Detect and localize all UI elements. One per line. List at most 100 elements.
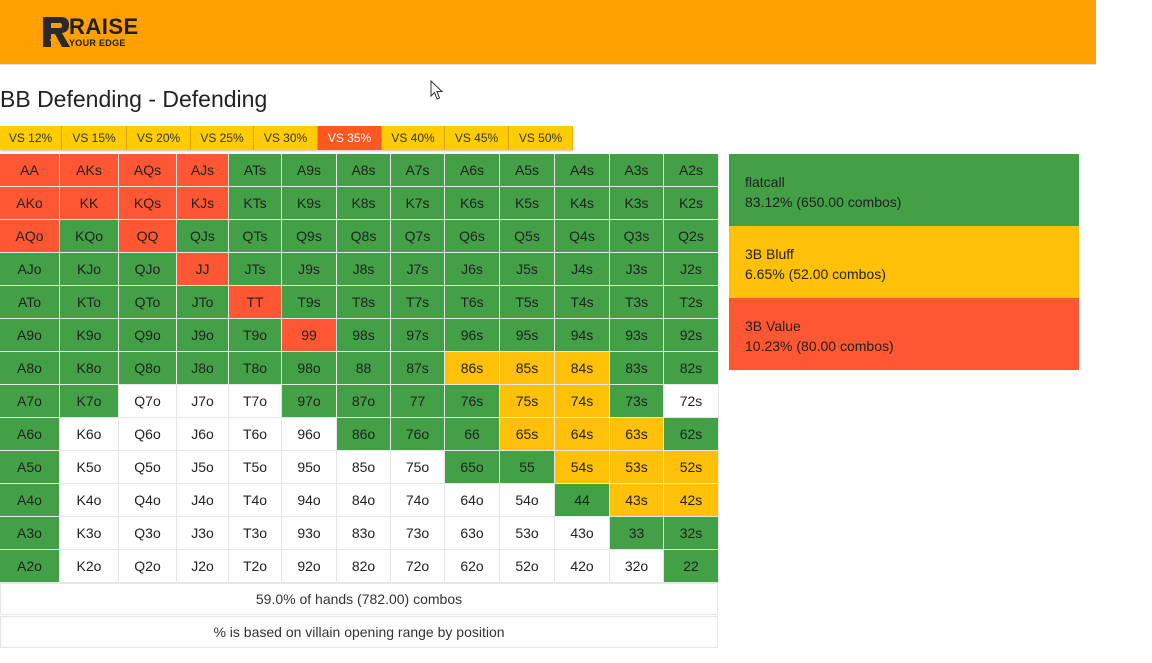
hand-cell-jto[interactable]: JTo [177,286,229,319]
hand-cell-j7o[interactable]: J7o [177,385,229,418]
hand-cell-q6o[interactable]: Q6o [119,418,177,451]
hand-cell-83s[interactable]: 83s [610,352,664,385]
tab-vs-15[interactable]: VS 15% [62,126,127,150]
hand-cell-j5o[interactable]: J5o [177,451,229,484]
tab-vs-20[interactable]: VS 20% [127,126,191,150]
hand-cell-k9o[interactable]: K9o [60,319,119,352]
hand-cell-t7s[interactable]: T7s [391,286,445,319]
hand-cell-32s[interactable]: 32s [664,517,719,550]
hand-cell-82s[interactable]: 82s [664,352,719,385]
hand-cell-j7s[interactable]: J7s [391,253,445,286]
hand-cell-54o[interactable]: 54o [500,484,555,517]
hand-cell-22[interactable]: 22 [664,550,719,583]
hand-cell-92s[interactable]: 92s [664,319,719,352]
tab-vs-35[interactable]: VS 35% [318,126,382,150]
hand-cell-q4s[interactable]: Q4s [555,220,610,253]
hand-cell-52s[interactable]: 52s [664,451,719,484]
hand-cell-98o[interactable]: 98o [282,352,337,385]
hand-cell-74s[interactable]: 74s [555,385,610,418]
hand-cell-44[interactable]: 44 [555,484,610,517]
hand-cell-q7o[interactable]: Q7o [119,385,177,418]
tab-vs-25[interactable]: VS 25% [191,126,254,150]
hand-cell-87o[interactable]: 87o [337,385,391,418]
hand-cell-a2o[interactable]: A2o [0,550,60,583]
hand-cell-75s[interactable]: 75s [500,385,555,418]
hand-cell-kjs[interactable]: KJs [177,187,229,220]
hand-cell-aqs[interactable]: AQs [119,154,177,187]
hand-cell-qts[interactable]: QTs [229,220,282,253]
hand-cell-t5s[interactable]: T5s [500,286,555,319]
hand-cell-86s[interactable]: 86s [445,352,500,385]
hand-cell-j2s[interactable]: J2s [664,253,719,286]
hand-cell-a8o[interactable]: A8o [0,352,60,385]
hand-cell-ats[interactable]: ATs [229,154,282,187]
tab-vs-30[interactable]: VS 30% [254,126,318,150]
tab-vs-45[interactable]: VS 45% [445,126,509,150]
hand-cell-t9s[interactable]: T9s [282,286,337,319]
hand-cell-a9o[interactable]: A9o [0,319,60,352]
hand-cell-73s[interactable]: 73s [610,385,664,418]
hand-cell-32o[interactable]: 32o [610,550,664,583]
hand-cell-q2o[interactable]: Q2o [119,550,177,583]
hand-cell-a4s[interactable]: A4s [555,154,610,187]
hand-cell-65o[interactable]: 65o [445,451,500,484]
hand-cell-98s[interactable]: 98s [337,319,391,352]
hand-cell-t6s[interactable]: T6s [445,286,500,319]
hand-cell-96o[interactable]: 96o [282,418,337,451]
hand-cell-85o[interactable]: 85o [337,451,391,484]
hand-cell-96s[interactable]: 96s [445,319,500,352]
hand-cell-q9s[interactable]: Q9s [282,220,337,253]
hand-cell-33[interactable]: 33 [610,517,664,550]
hand-cell-q7s[interactable]: Q7s [391,220,445,253]
hand-cell-k4o[interactable]: K4o [60,484,119,517]
hand-cell-42o[interactable]: 42o [555,550,610,583]
hand-cell-85s[interactable]: 85s [500,352,555,385]
hand-cell-aks[interactable]: AKs [60,154,119,187]
hand-cell-kk[interactable]: KK [60,187,119,220]
hand-cell-qq[interactable]: QQ [119,220,177,253]
hand-cell-a6s[interactable]: A6s [445,154,500,187]
hand-cell-k8o[interactable]: K8o [60,352,119,385]
hand-cell-93s[interactable]: 93s [610,319,664,352]
hand-cell-86o[interactable]: 86o [337,418,391,451]
hand-cell-t8o[interactable]: T8o [229,352,282,385]
hand-cell-64s[interactable]: 64s [555,418,610,451]
hand-cell-t6o[interactable]: T6o [229,418,282,451]
hand-cell-j2o[interactable]: J2o [177,550,229,583]
hand-cell-t4o[interactable]: T4o [229,484,282,517]
hand-cell-94o[interactable]: 94o [282,484,337,517]
hand-cell-kjo[interactable]: KJo [60,253,119,286]
hand-cell-aqo[interactable]: AQo [0,220,60,253]
hand-cell-64o[interactable]: 64o [445,484,500,517]
hand-cell-55[interactable]: 55 [500,451,555,484]
hand-cell-62o[interactable]: 62o [445,550,500,583]
hand-cell-k2s[interactable]: K2s [664,187,719,220]
hand-cell-a6o[interactable]: A6o [0,418,60,451]
hand-cell-ato[interactable]: ATo [0,286,60,319]
hand-cell-95o[interactable]: 95o [282,451,337,484]
hand-cell-a3s[interactable]: A3s [610,154,664,187]
hand-cell-75o[interactable]: 75o [391,451,445,484]
hand-cell-99[interactable]: 99 [282,319,337,352]
hand-cell-a2s[interactable]: A2s [664,154,719,187]
hand-cell-q3o[interactable]: Q3o [119,517,177,550]
hand-cell-j8o[interactable]: J8o [177,352,229,385]
hand-cell-k7s[interactable]: K7s [391,187,445,220]
hand-cell-66[interactable]: 66 [445,418,500,451]
hand-cell-t9o[interactable]: T9o [229,319,282,352]
hand-cell-qjo[interactable]: QJo [119,253,177,286]
hand-cell-k6s[interactable]: K6s [445,187,500,220]
hand-cell-t8s[interactable]: T8s [337,286,391,319]
raise-your-edge-logo[interactable]: RAISE YOUR EDGE [41,14,139,50]
hand-cell-kqs[interactable]: KQs [119,187,177,220]
hand-cell-a7o[interactable]: A7o [0,385,60,418]
hand-cell-t3s[interactable]: T3s [610,286,664,319]
hand-cell-j9o[interactable]: J9o [177,319,229,352]
hand-cell-q2s[interactable]: Q2s [664,220,719,253]
hand-cell-kqo[interactable]: KQo [60,220,119,253]
hand-cell-t2o[interactable]: T2o [229,550,282,583]
hand-cell-93o[interactable]: 93o [282,517,337,550]
hand-cell-ajo[interactable]: AJo [0,253,60,286]
hand-cell-j4s[interactable]: J4s [555,253,610,286]
hand-cell-73o[interactable]: 73o [391,517,445,550]
